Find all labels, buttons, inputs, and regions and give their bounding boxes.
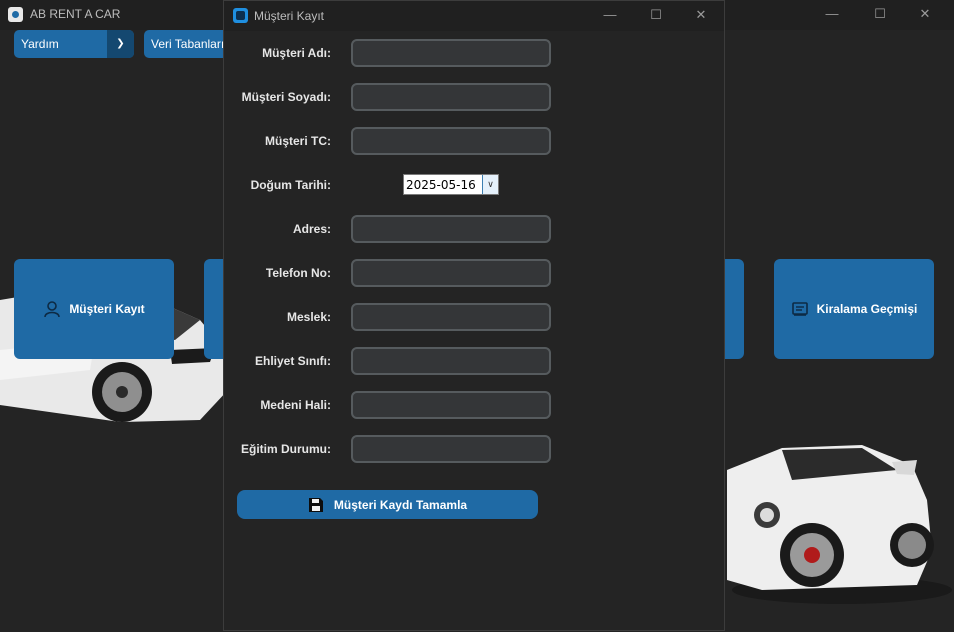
dialog-title: Müşteri Kayıt [254, 9, 325, 23]
tc-label: Müşteri TC: [265, 134, 331, 148]
license-class-field[interactable] [351, 347, 551, 375]
dialog-maximize-icon[interactable]: ☐ [642, 5, 670, 25]
last-name-field[interactable] [351, 83, 551, 111]
customer-register-label: Müşteri Kayıt [69, 302, 145, 316]
customer-register-dialog: Müşteri Kayıt — ☐ ✕ Müşteri Adı: Müşteri… [223, 0, 725, 631]
chevron-down-icon[interactable]: ❯ [107, 30, 134, 58]
marital-status-field[interactable] [351, 391, 551, 419]
last-name-label: Müşteri Soyadı: [241, 90, 331, 104]
birth-date-label: Doğum Tarihi: [250, 178, 331, 192]
birth-date-value: 2025-05-16 [406, 178, 476, 192]
customer-register-button[interactable]: Müşteri Kayıt [14, 259, 174, 359]
car-image-right [727, 445, 952, 604]
birth-date-picker[interactable]: 2025-05-16 ∨ [403, 174, 499, 195]
marital-status-label: Medeni Hali: [260, 398, 331, 412]
minimize-icon[interactable]: — [818, 4, 846, 24]
document-icon [791, 302, 808, 316]
help-dropdown[interactable]: Yardım ❯ [14, 30, 134, 58]
address-label: Adres: [292, 222, 331, 236]
rental-history-label: Kiralama Geçmişi [816, 302, 918, 316]
app-title: AB RENT A CAR [30, 7, 121, 21]
complete-registration-button[interactable]: Müşteri Kaydı Tamamla [237, 490, 538, 519]
maximize-icon[interactable]: ☐ [866, 4, 894, 24]
first-name-field[interactable] [351, 39, 551, 67]
first-name-label: Müşteri Adı: [262, 46, 331, 60]
help-dropdown-label: Yardım [21, 37, 59, 51]
dialog-close-icon[interactable]: ✕ [687, 5, 715, 25]
dialog-app-icon [233, 8, 248, 23]
education-label: Eğitim Durumu: [241, 442, 331, 456]
app-logo-icon [8, 7, 23, 22]
user-icon [44, 301, 61, 318]
education-field[interactable] [351, 435, 551, 463]
floppy-disk-icon [308, 497, 323, 512]
occupation-label: Meslek: [286, 310, 331, 324]
complete-registration-label: Müşteri Kaydı Tamamla [333, 497, 468, 512]
license-class-label: Ehliyet Sınıfı: [254, 354, 331, 368]
dialog-minimize-icon[interactable]: — [596, 5, 624, 25]
occupation-field[interactable] [351, 303, 551, 331]
close-icon[interactable]: ✕ [911, 4, 939, 24]
chevron-down-icon[interactable]: ∨ [482, 175, 498, 194]
dialog-titlebar: Müşteri Kayıt — ☐ ✕ [224, 1, 724, 31]
phone-field[interactable] [351, 259, 551, 287]
tc-field[interactable] [351, 127, 551, 155]
address-field[interactable] [351, 215, 551, 243]
rental-history-button[interactable]: Kiralama Geçmişi [774, 259, 934, 359]
phone-label: Telefon No: [265, 266, 331, 280]
